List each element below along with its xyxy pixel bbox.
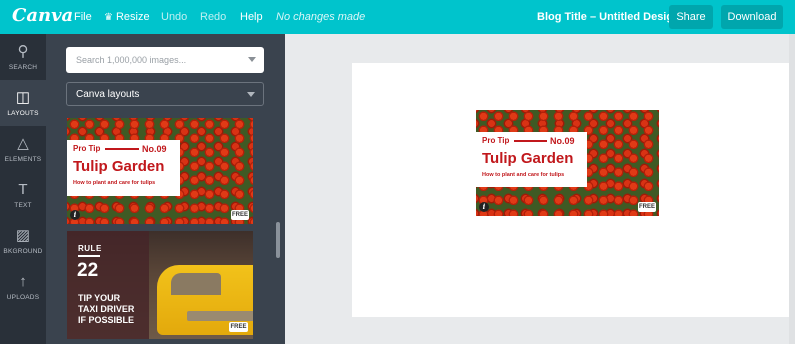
tulip-title: Tulip Garden	[73, 158, 165, 175]
nav-search[interactable]: ⚲ SEARCH	[0, 34, 46, 80]
panel-scrollbar[interactable]	[276, 222, 280, 258]
search-placeholder: Search 1,000,000 images...	[76, 55, 187, 65]
nav-elements[interactable]: △ ELEMENTS	[0, 126, 46, 172]
nav-text[interactable]: T TEXT	[0, 172, 46, 218]
taxi-window-shape	[171, 273, 221, 295]
tulip-title: Tulip Garden	[482, 150, 574, 167]
divider-line	[105, 148, 139, 150]
save-status: No changes made	[276, 11, 366, 23]
canva-logo[interactable]: Canva	[12, 5, 73, 26]
taxi-line-2: TAXI DRIVER	[78, 304, 135, 314]
menu-file[interactable]: File	[74, 11, 92, 23]
nav-layouts[interactable]: ◫ LAYOUTS	[0, 80, 46, 126]
download-button[interactable]: Download	[721, 5, 783, 29]
layouts-select[interactable]: Canva layouts	[66, 82, 264, 106]
taxi-grille-shape	[187, 311, 253, 321]
image-search-input[interactable]: Search 1,000,000 images...	[66, 47, 264, 73]
layouts-panel: Search 1,000,000 images... Canva layouts…	[46, 34, 285, 344]
taxi-line-1: TIP YOUR	[78, 293, 121, 303]
divider-line	[514, 140, 547, 142]
layout-thumbnail-tulip[interactable]: Pro Tip No.09 Tulip Garden How to plant …	[67, 118, 253, 224]
divider-line	[78, 255, 100, 257]
taxi-tip-text: TIP YOUR TAXI DRIVER IF POSSIBLE	[78, 293, 134, 326]
nav-background[interactable]: ▨ BKGROUND	[0, 218, 46, 264]
text-icon: T	[18, 180, 28, 198]
tip-number: No.09	[142, 144, 167, 154]
upload-icon: ↑	[19, 272, 27, 290]
menu-undo[interactable]: Undo	[161, 11, 187, 23]
rule-number: 22	[77, 260, 99, 281]
search-icon: ⚲	[17, 42, 29, 60]
layouts-select-label: Canva layouts	[76, 89, 140, 100]
info-icon[interactable]: i	[70, 210, 80, 220]
nav-uploads[interactable]: ↑ UPLOADS	[0, 264, 46, 310]
tulip-text-box: Pro Tip No.09 Tulip Garden How to plant …	[476, 132, 587, 187]
free-badge: FREE	[638, 202, 656, 212]
protip-label: Pro Tip	[482, 136, 510, 145]
menu-redo[interactable]: Redo	[200, 11, 226, 23]
canvas-scrollbar[interactable]	[789, 34, 795, 344]
free-badge: FREE	[229, 322, 248, 332]
design-page[interactable]: Pro Tip No.09 Tulip Garden How to plant …	[352, 63, 795, 317]
share-button[interactable]: Share	[669, 5, 713, 29]
layout-thumbnail-taxi[interactable]: RULE 22 TIP YOUR TAXI DRIVER IF POSSIBLE…	[67, 231, 253, 339]
editor-canvas-area: Pro Tip No.09 Tulip Garden How to plant …	[285, 34, 795, 344]
menu-resize[interactable]: ♛ Resize	[104, 11, 150, 23]
background-icon: ▨	[15, 226, 31, 244]
taxi-line-3: IF POSSIBLE	[78, 315, 135, 325]
chevron-down-icon	[247, 92, 255, 97]
left-nav: ⚲ SEARCH ◫ LAYOUTS △ ELEMENTS T TEXT ▨ B…	[0, 34, 46, 344]
tulip-text-box: Pro Tip No.09 Tulip Garden How to plant …	[67, 140, 180, 196]
chevron-down-icon	[248, 57, 256, 62]
menu-resize-label: Resize	[115, 11, 150, 23]
placed-tulip-design[interactable]: Pro Tip No.09 Tulip Garden How to plant …	[476, 110, 659, 216]
tip-number: No.09	[550, 136, 575, 146]
tulip-subtitle: How to plant and care for tulips	[73, 180, 156, 186]
layouts-icon: ◫	[15, 88, 31, 106]
nav-background-label: BKGROUND	[3, 247, 43, 255]
document-title[interactable]: Blog Title – Untitled Design	[537, 11, 680, 23]
nav-uploads-label: UPLOADS	[6, 293, 40, 301]
protip-label: Pro Tip	[73, 144, 101, 153]
tulip-subtitle: How to plant and care for tulips	[482, 172, 565, 178]
nav-elements-label: ELEMENTS	[4, 155, 42, 163]
free-badge: FREE	[231, 210, 249, 220]
info-icon[interactable]: i	[479, 202, 489, 212]
crown-icon: ♛	[104, 12, 113, 23]
elements-icon: △	[17, 134, 29, 152]
menu-help[interactable]: Help	[240, 11, 263, 23]
nav-search-label: SEARCH	[8, 63, 38, 71]
nav-layouts-label: LAYOUTS	[7, 109, 39, 117]
rule-label: RULE	[78, 244, 102, 253]
nav-text-label: TEXT	[14, 201, 32, 209]
top-bar: Canva File ♛ Resize Undo Redo Help No cha…	[0, 0, 795, 34]
